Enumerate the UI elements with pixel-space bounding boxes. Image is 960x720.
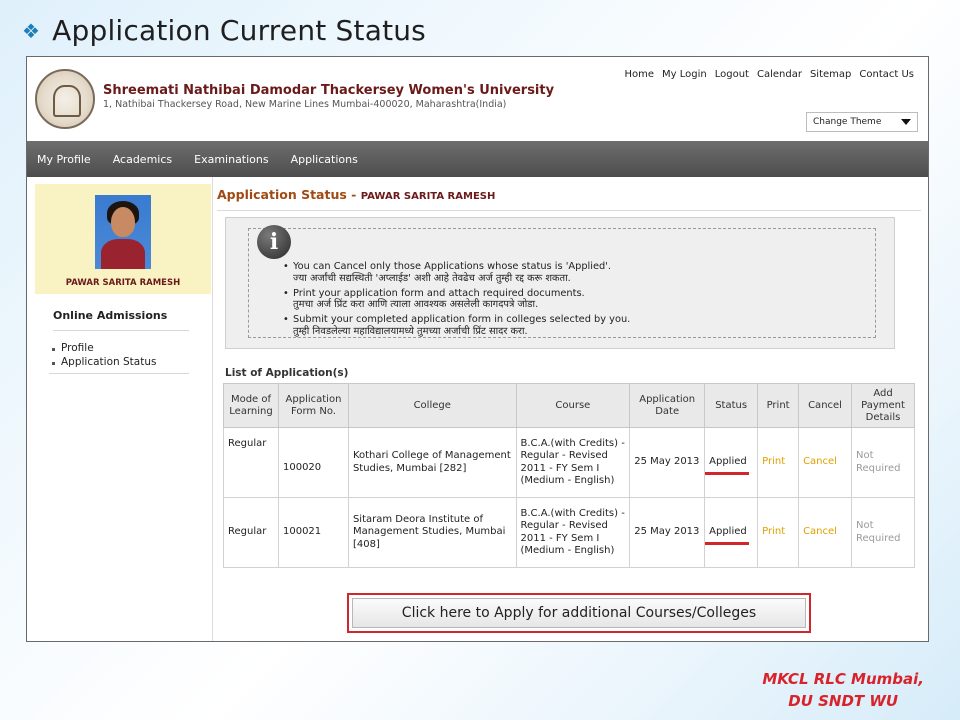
cell-cancel: Cancel xyxy=(798,427,852,498)
column-header: Cancel xyxy=(798,383,852,428)
dropdown-arrow-icon xyxy=(901,119,911,125)
student-photo xyxy=(95,195,151,269)
info-note: Submit your completed application form i… xyxy=(283,314,873,338)
page-content: PAWAR SARITA RAMESH Online Admissions Pr… xyxy=(27,177,928,641)
sidebar-item-profile[interactable]: Profile xyxy=(49,341,189,355)
top-link-logout[interactable]: Logout xyxy=(715,69,749,80)
diamond-bullet-icon: ❖ xyxy=(22,18,41,43)
cancel-link[interactable]: Cancel xyxy=(803,456,837,467)
column-header: Mode of Learning xyxy=(223,383,279,428)
nav-item-examinations[interactable]: Examinations xyxy=(194,153,269,166)
info-icon: i xyxy=(257,225,291,259)
heading-student-name: PAWAR SARITA RAMESH xyxy=(360,191,496,202)
info-note-mr: तुम्ही निवडलेल्या महाविद्यालयामध्ये तुमच… xyxy=(293,325,528,337)
info-notes-panel: i You can Cancel only those Applications… xyxy=(248,225,876,341)
credits-line-1: MKCL RLC Mumbai, xyxy=(762,670,924,688)
info-note: Print your application form and attach r… xyxy=(283,288,873,312)
cell-date: 25 May 2013 xyxy=(629,497,706,568)
university-logo-icon xyxy=(35,69,95,129)
status-badge: Applied xyxy=(705,526,749,545)
main-panel: Application Status - PAWAR SARITA RAMESH… xyxy=(217,177,928,641)
column-header: Course xyxy=(515,383,631,428)
cell-mode: Regular xyxy=(223,497,279,568)
cell-print: Print xyxy=(757,497,800,568)
column-header: Print xyxy=(757,383,800,428)
column-header: Add Payment Details xyxy=(851,383,915,428)
page-title: Application Status - PAWAR SARITA RAMESH xyxy=(217,187,921,211)
status-badge: Applied xyxy=(705,456,749,475)
nav-item-my-profile[interactable]: My Profile xyxy=(37,153,91,166)
info-box: i You can Cancel only those Applications… xyxy=(225,217,895,349)
cell-payment: Not Required xyxy=(851,497,915,568)
cell-college: Sitaram Deora Institute of Management St… xyxy=(347,497,517,568)
top-link-home[interactable]: Home xyxy=(625,69,655,80)
info-note-en: Submit your completed application form i… xyxy=(293,314,631,326)
cell-date: 25 May 2013 xyxy=(629,427,706,498)
apply-highlight-box: Click here to Apply for additional Cours… xyxy=(347,593,811,633)
info-notes-list: You can Cancel only those Applications w… xyxy=(283,261,873,341)
main-navbar: My Profile Academics Examinations Applic… xyxy=(27,141,928,177)
table-row: Regular 100020 Kothari College of Manage… xyxy=(223,427,915,498)
university-name: Shreemati Nathibai Damodar Thackersey Wo… xyxy=(103,83,555,98)
applications-table: Mode of Learning Application Form No. Co… xyxy=(223,383,915,568)
apply-additional-courses-button[interactable]: Click here to Apply for additional Cours… xyxy=(352,598,806,628)
site-header: Shreemati Nathibai Damodar Thackersey Wo… xyxy=(27,57,928,141)
top-link-sitemap[interactable]: Sitemap xyxy=(810,69,851,80)
cell-course: B.C.A.(with Credits) - Regular - Revised… xyxy=(515,497,631,568)
top-links: Home My Login Logout Calendar Sitemap Co… xyxy=(625,69,915,80)
browser-frame: Shreemati Nathibai Damodar Thackersey Wo… xyxy=(26,56,929,642)
sidebar: PAWAR SARITA RAMESH Online Admissions Pr… xyxy=(27,177,213,641)
cell-college: Kothari College of Management Studies, M… xyxy=(347,427,517,498)
cell-form-no: 100021 xyxy=(277,497,349,568)
slide-credits: MKCL RLC Mumbai, DU SNDT WU xyxy=(762,668,924,712)
profile-card: PAWAR SARITA RAMESH xyxy=(35,184,211,294)
cancel-link[interactable]: Cancel xyxy=(803,526,837,537)
slide-title-text: Application Current Status xyxy=(52,14,426,47)
profile-student-name: PAWAR SARITA RAMESH xyxy=(65,278,181,288)
table-row: Regular 100021 Sitaram Deora Institute o… xyxy=(223,497,915,568)
cell-cancel: Cancel xyxy=(798,497,852,568)
info-note-en: You can Cancel only those Applications w… xyxy=(293,261,612,272)
top-link-my-login[interactable]: My Login xyxy=(662,69,707,80)
print-link[interactable]: Print xyxy=(762,456,785,467)
cell-status: Applied xyxy=(704,497,759,568)
column-header: Application Date xyxy=(629,383,706,428)
nav-item-applications[interactable]: Applications xyxy=(291,153,358,166)
cell-course: B.C.A.(with Credits) - Regular - Revised… xyxy=(515,427,631,498)
info-note-en: Print your application form and attach r… xyxy=(293,287,585,299)
change-theme-label: Change Theme xyxy=(813,117,882,127)
cell-mode: Regular xyxy=(223,427,279,498)
sidebar-item-application-status[interactable]: Application Status xyxy=(49,355,189,369)
application-status-label: Application Status xyxy=(217,187,347,202)
nav-item-academics[interactable]: Academics xyxy=(113,153,172,166)
top-link-contact-us[interactable]: Contact Us xyxy=(859,69,914,80)
cell-status: Applied xyxy=(704,427,759,498)
heading-separator: - xyxy=(346,187,361,202)
list-of-applications-title: List of Application(s) xyxy=(225,367,349,379)
column-header: College xyxy=(347,383,517,428)
top-link-calendar[interactable]: Calendar xyxy=(757,69,802,80)
column-header: Application Form No. xyxy=(277,383,349,428)
print-link[interactable]: Print xyxy=(762,526,785,537)
cell-payment: Not Required xyxy=(851,427,915,498)
info-note-mr: तुमचा अर्ज प्रिंट करा आणि त्याला आवश्यक … xyxy=(293,299,539,311)
change-theme-select[interactable]: Change Theme xyxy=(806,112,918,132)
column-header: Status xyxy=(704,383,759,428)
cell-print: Print xyxy=(757,427,800,498)
info-note: You can Cancel only those Applications w… xyxy=(283,261,873,285)
credits-line-2: DU SNDT WU xyxy=(788,692,899,710)
info-note-mr: ज्या अर्जांची सद्यस्थिती 'अप्लाईड' अशी आ… xyxy=(293,272,571,284)
sidebar-links: Profile Application Status xyxy=(49,341,189,374)
slide-title: ❖ Application Current Status xyxy=(22,14,426,47)
cell-form-no: 100020 xyxy=(277,427,349,498)
online-admissions-heading: Online Admissions xyxy=(53,309,189,331)
table-header-row: Mode of Learning Application Form No. Co… xyxy=(223,383,915,428)
university-address: 1, Nathibai Thackersey Road, New Marine … xyxy=(103,99,507,110)
